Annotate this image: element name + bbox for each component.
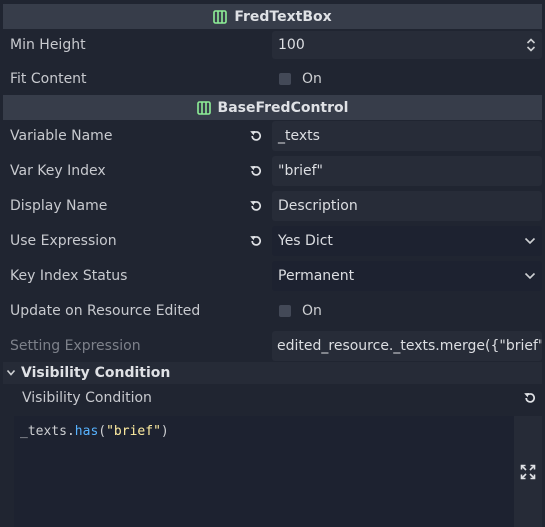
section-header-base-fred-control[interactable]: BaseFredControl xyxy=(3,95,542,120)
checkbox-box[interactable] xyxy=(279,73,291,85)
use-expression-dropdown[interactable]: Yes Dict xyxy=(272,226,542,256)
display-name-input[interactable]: Description xyxy=(272,191,542,221)
property-row-min-height: Min Height 100 xyxy=(0,30,545,60)
revert-icon[interactable] xyxy=(247,120,265,152)
var-key-index-input[interactable]: "brief" xyxy=(272,156,542,186)
code-object: _texts xyxy=(20,424,67,439)
revert-icon[interactable] xyxy=(247,155,265,187)
expand-icon[interactable] xyxy=(520,464,536,480)
code-function: has xyxy=(74,424,99,439)
property-label: Min Height xyxy=(10,37,86,53)
var-key-index-value: "brief" xyxy=(278,163,323,179)
setting-expression-input[interactable]: edited_resource._texts.merge({"brief":v xyxy=(272,331,542,361)
class-icon xyxy=(196,100,211,115)
visibility-condition-code-editor[interactable]: _texts.has("brief") xyxy=(14,416,514,527)
code-paren-close: ) xyxy=(160,424,169,439)
code-editor-side-panel xyxy=(514,416,542,527)
property-row-update-on-resource-edited: Update on Resource Edited On xyxy=(0,295,545,327)
variable-name-value: _texts xyxy=(278,128,320,144)
key-index-status-dropdown[interactable]: Permanent xyxy=(272,261,542,291)
setting-expression-value: edited_resource._texts.merge({"brief":v xyxy=(277,338,542,354)
checkbox-box[interactable] xyxy=(279,305,291,317)
revert-icon[interactable] xyxy=(247,225,265,257)
section-title: FredTextBox xyxy=(234,8,332,25)
property-row-var-key-index: Var Key Index "brief" xyxy=(0,155,545,187)
chevron-down-icon xyxy=(6,369,16,377)
variable-name-input[interactable]: _texts xyxy=(272,121,542,151)
display-name-value: Description xyxy=(278,198,358,214)
revert-icon[interactable] xyxy=(522,385,538,411)
code-dot: . xyxy=(66,424,75,439)
key-index-status-value: Permanent xyxy=(278,268,355,284)
group-header-visibility-condition[interactable]: Visibility Condition xyxy=(3,362,542,384)
min-height-value: 100 xyxy=(278,37,305,53)
section-header-fred-text-box[interactable]: FredTextBox xyxy=(3,4,542,29)
property-label: Update on Resource Edited xyxy=(10,303,201,319)
update-on-resource-edited-checkbox[interactable]: On xyxy=(272,295,542,327)
code-line: _texts.has("brief") xyxy=(20,424,169,439)
property-label: Use Expression xyxy=(10,233,117,249)
property-label: Setting Expression xyxy=(10,338,141,354)
property-row-use-expression: Use Expression Yes Dict xyxy=(0,225,545,257)
property-label: Variable Name xyxy=(10,128,113,144)
property-row-visibility-condition: Visibility Condition xyxy=(0,385,545,411)
class-icon xyxy=(213,9,228,24)
chevron-down-icon xyxy=(524,237,536,245)
fit-content-checkbox[interactable]: On xyxy=(272,64,542,94)
spin-arrows-icon[interactable] xyxy=(526,38,536,52)
property-label: Key Index Status xyxy=(10,268,128,284)
property-row-variable-name: Variable Name _texts xyxy=(0,120,545,152)
code-paren-open: ( xyxy=(98,424,107,439)
property-row-display-name: Display Name Description xyxy=(0,190,545,222)
code-string: "brief" xyxy=(106,424,161,439)
chevron-down-icon xyxy=(524,272,536,280)
property-label: Fit Content xyxy=(10,71,87,87)
checkbox-label: On xyxy=(302,71,322,87)
property-row-setting-expression: Setting Expression edited_resource._text… xyxy=(0,330,545,362)
property-label: Display Name xyxy=(10,198,108,214)
property-label: Visibility Condition xyxy=(22,390,152,406)
section-title: BaseFredControl xyxy=(217,99,349,116)
use-expression-value: Yes Dict xyxy=(278,233,333,249)
min-height-spinbox[interactable]: 100 xyxy=(272,31,542,59)
property-label: Var Key Index xyxy=(10,163,106,179)
property-row-key-index-status: Key Index Status Permanent xyxy=(0,260,545,292)
property-row-fit-content: Fit Content On xyxy=(0,64,545,94)
group-title: Visibility Condition xyxy=(21,365,171,381)
checkbox-label: On xyxy=(302,303,322,319)
revert-icon[interactable] xyxy=(247,190,265,222)
